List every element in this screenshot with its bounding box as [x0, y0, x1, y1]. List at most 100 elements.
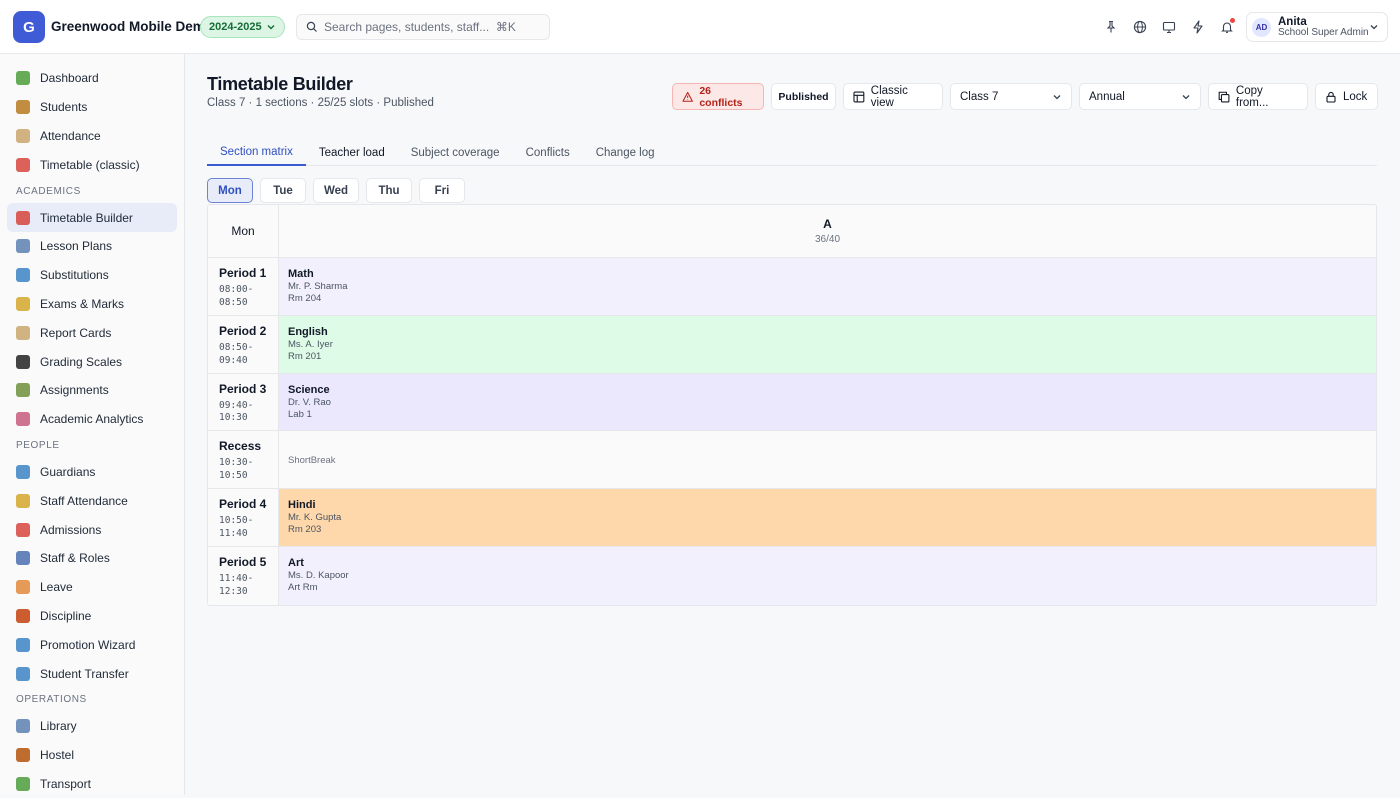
lightning-icon[interactable]: [1188, 16, 1208, 38]
tab-bar: Section matrix Teacher load Subject cove…: [207, 140, 1377, 166]
sidebar-item-student-transfer[interactable]: Student Transfer: [0, 659, 177, 688]
timetable-cell[interactable]: Hindi Mr. K. Gupta Rm 203: [279, 489, 1376, 546]
chevron-down-icon: [1370, 25, 1378, 30]
conflicts-button[interactable]: 26 conflicts: [672, 83, 764, 110]
tab-subject-coverage[interactable]: Subject coverage: [398, 140, 513, 166]
academic-year-selector[interactable]: 2024-2025: [200, 16, 285, 38]
sidebar-item-label: Leave: [40, 580, 73, 595]
sidebar-item-label: Library: [40, 719, 77, 734]
app-title: Greenwood Mobile Demo: [51, 19, 214, 34]
room-name: Rm 203: [288, 524, 322, 536]
sidebar-item-timetable-builder[interactable]: Timetable Builder: [7, 203, 177, 232]
search-icon: [306, 21, 317, 32]
table-row: Period 5 11:40- 12:30 Art Ms. D. Kapoor Art R…: [208, 546, 1376, 605]
nav-section-people: PEOPLE: [16, 440, 60, 452]
published-badge[interactable]: Published: [771, 83, 836, 110]
term-select[interactable]: Annual: [1079, 83, 1201, 110]
sidebar-item-transport[interactable]: Transport: [0, 770, 177, 798]
sidebar-item-promotion-wizard[interactable]: Promotion Wizard: [0, 630, 177, 659]
period-start: 08:00-: [219, 284, 254, 295]
period-time: 11:40- 12:30: [219, 573, 278, 599]
monitor-icon[interactable]: [1159, 16, 1179, 38]
timetable-cell[interactable]: Science Dr. V. Rao Lab 1: [279, 373, 1376, 431]
tab-section-matrix[interactable]: Section matrix: [207, 140, 306, 166]
lock-button[interactable]: Lock: [1315, 83, 1378, 110]
warning-icon: [682, 91, 693, 102]
sidebar: Dashboard Students Attendance Timetable (cl…: [0, 54, 185, 795]
sidebar-item-label: Admissions: [40, 522, 102, 537]
clipboard-icon: [16, 128, 30, 143]
copy-from-button[interactable]: Copy from...: [1208, 83, 1308, 110]
bell-icon[interactable]: [1217, 16, 1237, 38]
sidebar-item-library[interactable]: Library: [0, 712, 177, 741]
period-end: 10:50: [219, 470, 248, 482]
break-cell[interactable]: ShortBreak: [279, 431, 1376, 489]
timetable-cell[interactable]: Art Ms. D. Kapoor Art Rm: [279, 546, 1376, 605]
teacher-name: Mr. K. Gupta: [288, 512, 342, 524]
tab-change-log[interactable]: Change log: [583, 140, 668, 166]
classic-view-button[interactable]: Classic view: [843, 83, 943, 110]
sidebar-item-exams-marks[interactable]: Exams & Marks: [0, 290, 177, 319]
timetable-cell[interactable]: English Ms. A. Iyer Rm 201: [279, 315, 1376, 373]
sidebar-item-students[interactable]: Students: [0, 93, 177, 122]
chevron-down-icon: [267, 25, 275, 30]
section-header[interactable]: A 36/40: [279, 205, 1376, 257]
classic-view-label: Classic view: [870, 84, 908, 109]
subject-name: Hindi: [288, 499, 316, 512]
sidebar-item-academic-analytics[interactable]: Academic Analytics: [0, 405, 177, 434]
sidebar-item-staff-roles[interactable]: Staff & Roles: [0, 544, 177, 573]
sidebar-item-admissions[interactable]: Admissions: [0, 515, 177, 544]
day-button-fri[interactable]: Fri: [419, 178, 465, 203]
period-start: 11:40-: [219, 572, 254, 584]
grid-day-label: Mon: [208, 205, 279, 257]
sidebar-item-report-cards[interactable]: Report Cards: [0, 318, 177, 347]
transfer-icon: [16, 666, 30, 681]
class-select-value: Class 7: [960, 90, 999, 103]
sidebar-item-label: Timetable Builder: [40, 210, 133, 225]
sidebar-item-attendance[interactable]: Attendance: [0, 122, 177, 151]
sidebar-item-lesson-plans[interactable]: Lesson Plans: [0, 232, 177, 261]
search-input[interactable]: [324, 20, 524, 34]
section-capacity: 36/40: [814, 234, 841, 245]
period-name: Recess: [219, 439, 262, 454]
sidebar-item-label: Promotion Wizard: [40, 637, 136, 652]
day-button-mon[interactable]: Mon: [207, 178, 253, 203]
clipboard-icon: [16, 325, 30, 340]
pin-icon[interactable]: [1101, 16, 1121, 38]
bus-icon: [16, 776, 30, 791]
sidebar-item-label: Student Transfer: [40, 666, 129, 681]
period-label: Period 4 10:50- 11:40: [208, 489, 279, 546]
globe-icon[interactable]: [1130, 16, 1150, 38]
sidebar-item-substitutions[interactable]: Substitutions: [0, 261, 177, 290]
user-role: School Super Admin: [1278, 26, 1369, 38]
beach-icon: [16, 580, 30, 595]
period-time: 08:50- 09:40: [219, 342, 278, 368]
tab-conflicts[interactable]: Conflicts: [513, 140, 583, 166]
sidebar-item-dashboard[interactable]: Dashboard: [0, 64, 177, 93]
sidebar-item-leave[interactable]: Leave: [0, 573, 177, 602]
timetable-cell[interactable]: Math Mr. P. Sharma Rm 204: [279, 258, 1376, 315]
sidebar-item-discipline[interactable]: Discipline: [0, 602, 177, 631]
tab-teacher-load[interactable]: Teacher load: [306, 140, 398, 166]
avatar: AD: [1252, 17, 1271, 37]
section-name: A: [823, 217, 832, 231]
sidebar-item-guardians[interactable]: Guardians: [0, 458, 177, 487]
sidebar-item-assignments[interactable]: Assignments: [0, 376, 177, 405]
sidebar-item-staff-attendance[interactable]: Staff Attendance: [0, 486, 177, 515]
period-name: Period 2: [219, 323, 267, 338]
sidebar-item-timetable-classic[interactable]: Timetable (classic): [0, 150, 177, 179]
sidebar-item-label: Academic Analytics: [40, 412, 144, 427]
class-select[interactable]: Class 7: [950, 83, 1072, 110]
period-time: 09:40- 10:30: [219, 400, 278, 426]
sidebar-item-hostel[interactable]: Hostel: [0, 741, 177, 770]
app-logo[interactable]: G: [13, 11, 45, 43]
user-menu[interactable]: AD Anita School Super Admin: [1246, 12, 1388, 42]
global-search[interactable]: [296, 14, 550, 40]
day-button-tue[interactable]: Tue: [260, 178, 306, 203]
sidebar-item-grading-scales[interactable]: Grading Scales: [0, 347, 177, 376]
page-subtitle: Class 7 · 1 sections · 25/25 slots · Pub…: [207, 97, 434, 109]
day-button-thu[interactable]: Thu: [366, 178, 412, 203]
day-button-wed[interactable]: Wed: [313, 178, 359, 203]
chart-icon: [16, 71, 30, 86]
period-label: Period 5 11:40- 12:30: [208, 546, 279, 605]
